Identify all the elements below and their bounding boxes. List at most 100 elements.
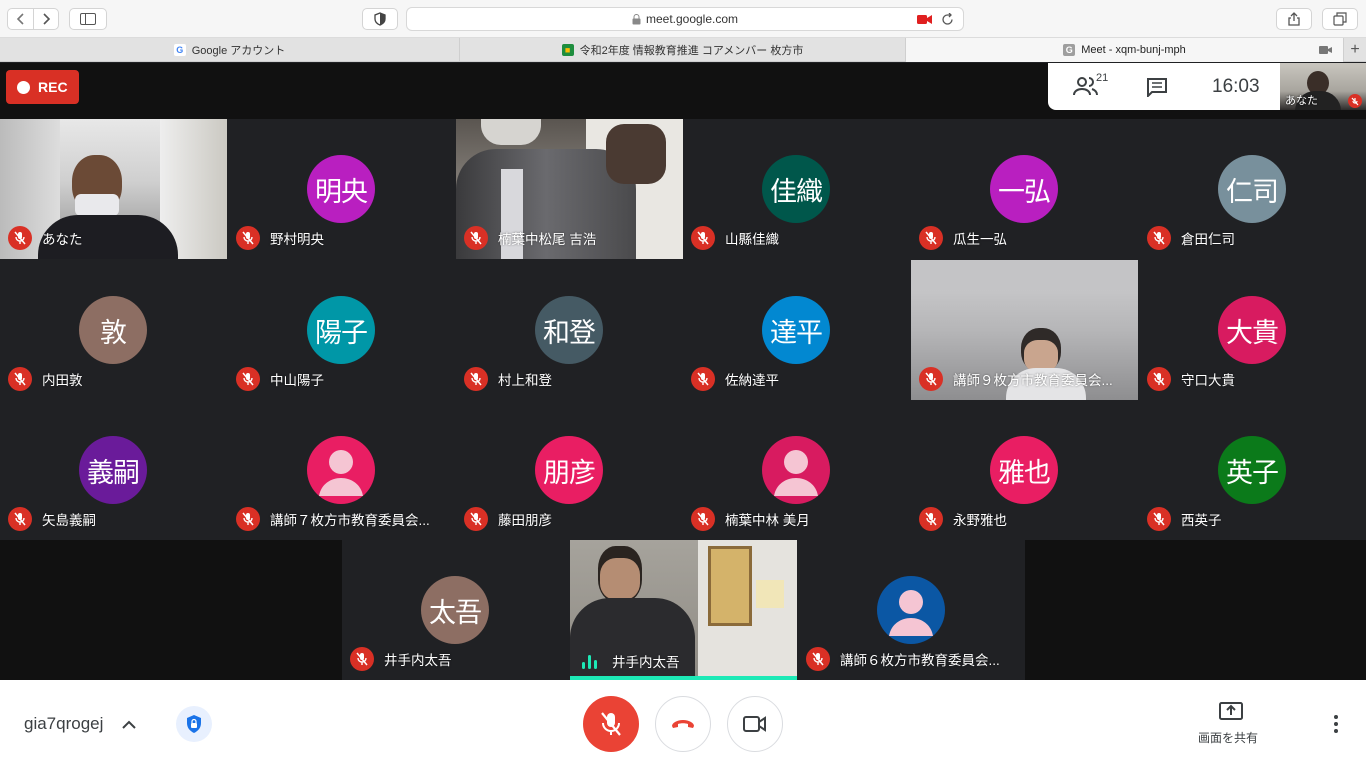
participant-tile[interactable]: 楠葉中松尾 吉浩: [456, 119, 683, 259]
grid-empty-area: [1025, 540, 1366, 680]
mic-off-icon: [236, 367, 260, 391]
avatar: 一弘: [990, 155, 1058, 223]
participant-name-text: 村上和登: [498, 373, 552, 388]
mic-off-icon: [691, 226, 715, 250]
participant-tile[interactable]: 義嗣矢島義嗣: [0, 400, 227, 540]
participant-name: 楠葉中林 美月: [691, 507, 810, 531]
participant-name-text: 倉田仁司: [1181, 232, 1235, 247]
participant-name-text: 井手内太吾: [384, 653, 452, 668]
reload-icon[interactable]: [941, 13, 954, 26]
participant-name: 佐納達平: [691, 367, 779, 391]
participant-tile[interactable]: 楠葉中林 美月: [683, 400, 910, 540]
camera-toggle-button[interactable]: [727, 696, 783, 752]
meeting-code[interactable]: gia7qrogej: [24, 714, 103, 734]
participant-name: 村上和登: [464, 367, 552, 391]
participant-name-text: 守口大貴: [1181, 373, 1235, 388]
participant-name: 講師６枚方市教育委員会...: [806, 647, 1000, 671]
participant-name-text: 藤田朋彦: [498, 513, 552, 528]
participant-tile[interactable]: 大貴守口大貴: [1139, 260, 1366, 400]
chevron-right-icon: [43, 13, 51, 25]
participant-tile[interactable]: 雅也 永野雅也: [911, 400, 1138, 540]
meeting-info-panel: 21 16:03: [1048, 63, 1280, 110]
mic-off-icon: [8, 367, 32, 391]
mic-off-icon: [919, 507, 943, 531]
chevron-up-icon[interactable]: [122, 720, 136, 730]
mic-off-icon: [464, 226, 488, 250]
tabs-overview-button[interactable]: [1322, 8, 1358, 30]
participant-tile[interactable]: 達平 佐納達平: [683, 260, 910, 400]
participant-name: 中山陽子: [236, 367, 324, 391]
participant-tile[interactable]: 仁司 倉田仁司: [1139, 119, 1366, 259]
default-avatar-icon: [877, 576, 945, 644]
participant-name-text: 講師９枚方市教育委員会...: [953, 373, 1113, 388]
avatar: 陽子: [307, 296, 375, 364]
leave-call-button[interactable]: [655, 696, 711, 752]
avatar: 義嗣: [79, 436, 147, 504]
participant-name: 講師９枚方市教育委員会...: [919, 367, 1113, 391]
default-avatar-icon: [307, 436, 375, 504]
participant-name-text: 中山陽子: [270, 373, 324, 388]
meet-header: REC 21 16:03 あなた: [0, 63, 1366, 119]
participant-tile[interactable]: 井手内太吾: [570, 540, 797, 680]
participant-tile[interactable]: 朋彦藤田朋彦: [456, 400, 683, 540]
rec-label: REC: [38, 79, 68, 95]
participant-name-text: 講師６枚方市教育委員会...: [840, 653, 1000, 668]
more-options-icon[interactable]: [1333, 714, 1339, 734]
tab-label: 令和2年度 情報教育推進 コアメンバー 枚方市: [579, 45, 804, 57]
avatar: 佳織: [762, 155, 830, 223]
self-view-thumbnail[interactable]: あなた: [1280, 63, 1366, 110]
participant-tile[interactable]: 太吾 井手内太吾: [342, 540, 569, 680]
privacy-button[interactable]: [362, 8, 398, 30]
participant-name-text: 井手内太吾: [612, 655, 680, 670]
back-button[interactable]: [7, 8, 33, 30]
participant-tile[interactable]: 佳織山縣佳織: [683, 119, 910, 259]
participant-name: 講師７枚方市教育委員会...: [236, 507, 430, 531]
self-label: あなた: [1285, 95, 1318, 107]
grid-empty-area: [0, 540, 342, 680]
microphone-toggle-button[interactable]: [583, 696, 639, 752]
participant-tile[interactable]: 英子 西英子: [1139, 400, 1366, 540]
tabs-icon: [1333, 12, 1347, 26]
mic-off-icon: [1147, 226, 1171, 250]
avatar: 朋彦: [535, 436, 603, 504]
avatar: 明央: [307, 155, 375, 223]
mic-off-icon: [601, 712, 621, 736]
participants-button[interactable]: 21: [1072, 72, 1112, 100]
tab-google-account[interactable]: G Google アカウント: [0, 38, 460, 62]
phone-hangup-icon: [672, 720, 694, 728]
present-screen-button[interactable]: 画面を共有: [1192, 700, 1270, 748]
share-page-button[interactable]: [1276, 8, 1312, 30]
participant-name-text: 矢島義嗣: [42, 513, 96, 528]
participant-count: 21: [1096, 72, 1109, 84]
participant-tile[interactable]: 講師７枚方市教育委員会...: [228, 400, 455, 540]
participant-tile[interactable]: あなた: [0, 119, 227, 259]
participant-tile[interactable]: 陽子中山陽子: [228, 260, 455, 400]
participant-tile[interactable]: 和登 村上和登: [456, 260, 683, 400]
new-tab-button[interactable]: +: [1344, 38, 1366, 62]
address-bar[interactable]: meet.google.com: [406, 7, 964, 31]
participant-tile[interactable]: 明央野村明央: [228, 119, 455, 259]
participant-tile[interactable]: 講師９枚方市教育委員会...: [911, 260, 1138, 400]
chat-icon[interactable]: [1146, 77, 1168, 97]
security-shield-button[interactable]: [176, 706, 212, 742]
participant-name: 野村明央: [236, 226, 324, 250]
participant-tile[interactable]: 敦内田敦: [0, 260, 227, 400]
shield-lock-icon: [187, 715, 201, 733]
avatar: 大貴: [1218, 296, 1286, 364]
tab-meet[interactable]: G Meet - xqm-bunj-mph: [906, 38, 1344, 62]
tab-label: Google アカウント: [191, 45, 286, 57]
chevron-left-icon: [16, 13, 24, 25]
avatar: 英子: [1218, 436, 1286, 504]
tab-label: Meet - xqm-bunj-mph: [1081, 44, 1186, 56]
participant-name-text: 楠葉中松尾 吉浩: [498, 232, 597, 247]
participant-tile[interactable]: 講師６枚方市教育委員会...: [798, 540, 1025, 680]
recording-badge[interactable]: REC: [6, 70, 79, 104]
participant-tile[interactable]: 一弘 瓜生一弘: [911, 119, 1138, 259]
mic-off-icon: [1147, 367, 1171, 391]
participant-name-text: 山縣佳織: [725, 232, 779, 247]
sidebar-button[interactable]: [69, 8, 107, 30]
forward-button[interactable]: [33, 8, 59, 30]
participant-name: 藤田朋彦: [464, 507, 552, 531]
participant-name: 倉田仁司: [1147, 226, 1235, 250]
tab-classroom[interactable]: ■ 令和2年度 情報教育推進 コアメンバー 枚方市: [460, 38, 906, 62]
